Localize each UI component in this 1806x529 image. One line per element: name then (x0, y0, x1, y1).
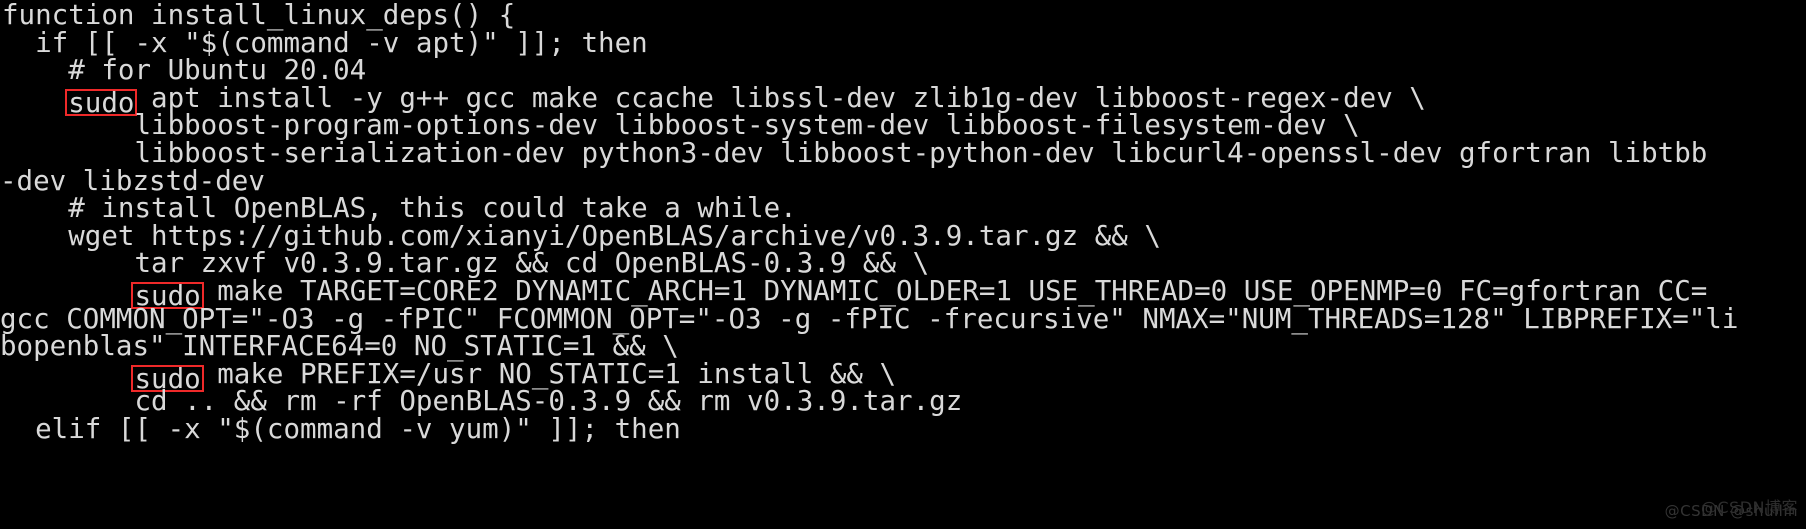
code-line: tar zxvf v0.3.9.tar.gz && cd OpenBLAS-0.… (0, 250, 1806, 278)
code-text: elif [[ -x "$(command -v yum)" ]]; then (2, 412, 681, 445)
watermark: @CSDN博客 @CSDN @shuilin (1665, 498, 1798, 526)
code-line: cd .. && rm -rf OpenBLAS-0.3.9 && rm v0.… (0, 388, 1806, 416)
code-line: # for Ubuntu 20.04 (0, 56, 1806, 85)
code-line: sudo make PREFIX=/usr NO_STATIC=1 instal… (0, 360, 1806, 392)
terminal-code-block: function install_linux_deps() { if [[ -x… (0, 0, 1806, 529)
code-line: wget https://github.com/xianyi/OpenBLAS/… (0, 222, 1806, 251)
code-lines-container: function install_linux_deps() { if [[ -x… (0, 1, 1806, 445)
code-line: # install OpenBLAS, this could take a wh… (0, 194, 1806, 223)
code-line: if [[ -x "$(command -v apt)" ]]; then (0, 29, 1806, 58)
code-line: gcc COMMON_OPT="-O3 -g -fPIC" FCOMMON_OP… (0, 305, 1806, 334)
code-line: libboost-serialization-dev python3-dev l… (0, 139, 1806, 168)
code-line: function install_linux_deps() { (0, 1, 1806, 30)
code-line: bopenblas" INTERFACE64=0 NO_STATIC=1 && … (0, 332, 1806, 361)
watermark-back-text: @CSDN博客 (1700, 498, 1798, 518)
code-line: -dev libzstd-dev (0, 167, 1806, 196)
code-line: sudo apt install -y g++ gcc make ccache … (0, 84, 1806, 117)
code-line: elif [[ -x "$(command -v yum)" ]]; then (0, 412, 1806, 445)
code-line: sudo make TARGET=CORE2 DYNAMIC_ARCH=1 DY… (0, 277, 1806, 310)
code-line: libboost-program-options-dev libboost-sy… (0, 112, 1806, 140)
